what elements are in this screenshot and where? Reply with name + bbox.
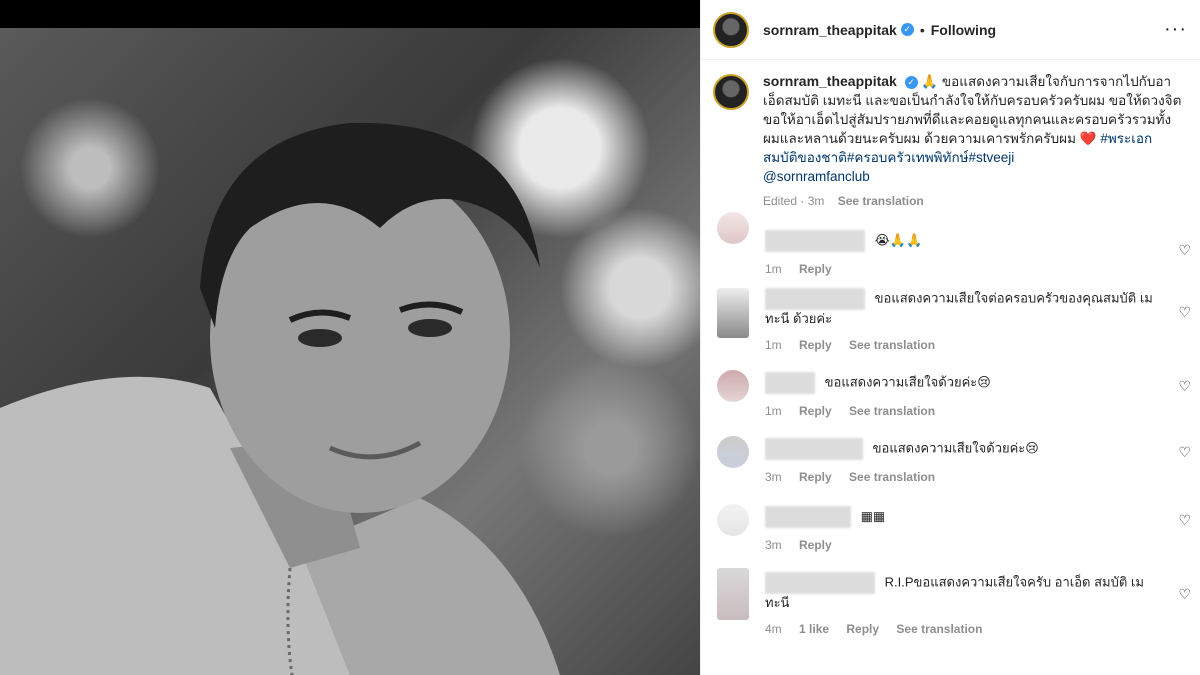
author-username[interactable]: sornram_theappitak	[763, 22, 897, 38]
comment-text: 😭🙏🙏	[874, 232, 923, 248]
author-avatar[interactable]	[713, 11, 749, 48]
comment-meta: 3m Reply	[765, 536, 1155, 554]
comment-text: ขอแสดงความเสียใจด้วยค่ะ😢	[872, 440, 1039, 456]
comment-time: 4m	[765, 622, 782, 636]
comment-body: ขอแสดงความเสียใจด้วยค่ะ😢 1m Reply See tr…	[765, 358, 1155, 424]
comment-item: ขอแสดงความเสียใจด้วยค่ะ😢 1m Reply See tr…	[701, 358, 1200, 424]
comment-text: ขอแสดงความเสียใจด้วยค่ะ😢	[824, 374, 991, 390]
see-translation-link[interactable]: See translation	[849, 338, 935, 352]
comment-time: 1m	[765, 338, 782, 352]
comment-item: ขอแสดงความเสียใจด้วยค่ะ😢 3m Reply See tr…	[701, 424, 1200, 492]
heart-outline-icon[interactable]: ♡	[1178, 242, 1191, 259]
caption-avatar[interactable]	[713, 74, 749, 110]
verified-badge-icon: ✓	[904, 75, 918, 89]
heart-outline-icon[interactable]: ♡	[1178, 378, 1191, 395]
post-photo-panel	[0, 0, 700, 675]
caption-dot: ·	[800, 194, 808, 208]
comment-text: ▦▦	[860, 508, 886, 524]
more-options-icon[interactable]: ···	[1164, 18, 1187, 41]
caption-meta: Edited · 3m See translation	[763, 192, 1183, 211]
comment-avatar[interactable]	[717, 504, 749, 536]
comment-meta: 3m Reply See translation	[765, 468, 1155, 486]
comment-avatar[interactable]	[717, 212, 749, 244]
separator-dot: •	[919, 21, 925, 38]
comment-avatar[interactable]	[717, 370, 749, 402]
comment-item: ▦▦ 3m Reply ♡	[701, 492, 1200, 558]
reply-button[interactable]: Reply	[846, 622, 879, 636]
heart-emoji: ❤️	[1079, 131, 1097, 146]
comment-item: 😭🙏🙏 1m Reply ♡	[701, 212, 1200, 276]
reply-button[interactable]: Reply	[799, 404, 832, 418]
post-sidebar: sornram_theappitak ✓ • Following ··· sor…	[700, 0, 1200, 675]
caption-mention[interactable]: @sornramfanclub	[763, 169, 870, 184]
caption-username[interactable]: sornram_theappitak	[763, 73, 897, 89]
comment-body: ขอแสดงความเสียใจด้วยค่ะ😢 3m Reply See tr…	[765, 424, 1155, 492]
comment-meta: 4m 1 like Reply See translation	[765, 620, 1155, 638]
commenter-name-blurred[interactable]	[765, 288, 865, 310]
comment-meta: 1m Reply See translation	[765, 336, 1155, 354]
comment-list: 😭🙏🙏 1m Reply ♡ ขอแสดงความเสียใจต่อครอบคร…	[701, 212, 1200, 642]
comment-item: R.I.Pขอแสดงความเสียใจครับ อาเอ็ด สมบัติ …	[701, 558, 1200, 642]
caption-body: sornram_theappitak ✓ 🙏 ขอแสดงความเสียใจก…	[763, 72, 1183, 211]
comment-time: 3m	[765, 538, 782, 552]
comment-body: 😭🙏🙏 1m Reply	[765, 212, 1155, 276]
see-translation-link[interactable]: See translation	[849, 470, 935, 484]
commenter-name-blurred[interactable]	[765, 230, 865, 252]
commenter-name-blurred[interactable]	[765, 438, 863, 460]
comment-body: ▦▦ 3m Reply	[765, 492, 1155, 558]
following-button[interactable]: Following	[931, 22, 996, 38]
heart-outline-icon[interactable]: ♡	[1178, 586, 1191, 603]
comment-item: ขอแสดงความเสียใจต่อครอบครัวของคุณสมบัติ …	[701, 274, 1200, 358]
verified-badge-icon: ✓	[900, 23, 914, 36]
reply-button[interactable]: Reply	[799, 338, 832, 352]
likes-count[interactable]: 1 like	[799, 622, 829, 636]
comment-avatar[interactable]	[717, 288, 749, 338]
reply-button[interactable]: Reply	[799, 538, 832, 552]
commenter-name-blurred[interactable]	[765, 372, 815, 394]
comment-body: R.I.Pขอแสดงความเสียใจครับ อาเอ็ด สมบัติ …	[765, 558, 1155, 642]
heart-outline-icon[interactable]: ♡	[1178, 304, 1191, 321]
photo-topbar	[0, 0, 700, 28]
heart-outline-icon[interactable]: ♡	[1178, 444, 1191, 461]
post-header: sornram_theappitak ✓ • Following ···	[701, 0, 1200, 60]
portrait-illustration	[0, 122, 560, 675]
commenter-name-blurred[interactable]	[765, 572, 875, 594]
caption-edited: Edited	[763, 194, 798, 208]
comment-avatar[interactable]	[717, 568, 749, 620]
post-photo[interactable]	[0, 28, 700, 675]
caption-time: 3m	[807, 194, 825, 208]
comment-time: 3m	[765, 470, 782, 484]
comment-meta: 1m Reply See translation	[765, 402, 1155, 420]
see-translation-link[interactable]: See translation	[896, 622, 982, 636]
reply-button[interactable]: Reply	[799, 470, 832, 484]
see-translation-link[interactable]: See translation	[838, 194, 924, 208]
comment-time: 1m	[765, 404, 782, 418]
comment-avatar[interactable]	[717, 436, 749, 468]
commenter-name-blurred[interactable]	[765, 506, 851, 528]
comment-body: ขอแสดงความเสียใจต่อครอบครัวของคุณสมบัติ …	[765, 274, 1155, 358]
see-translation-link[interactable]: See translation	[849, 404, 935, 418]
heart-outline-icon[interactable]: ♡	[1178, 512, 1191, 529]
post-caption: sornram_theappitak ✓ 🙏 ขอแสดงความเสียใจก…	[713, 72, 1191, 211]
